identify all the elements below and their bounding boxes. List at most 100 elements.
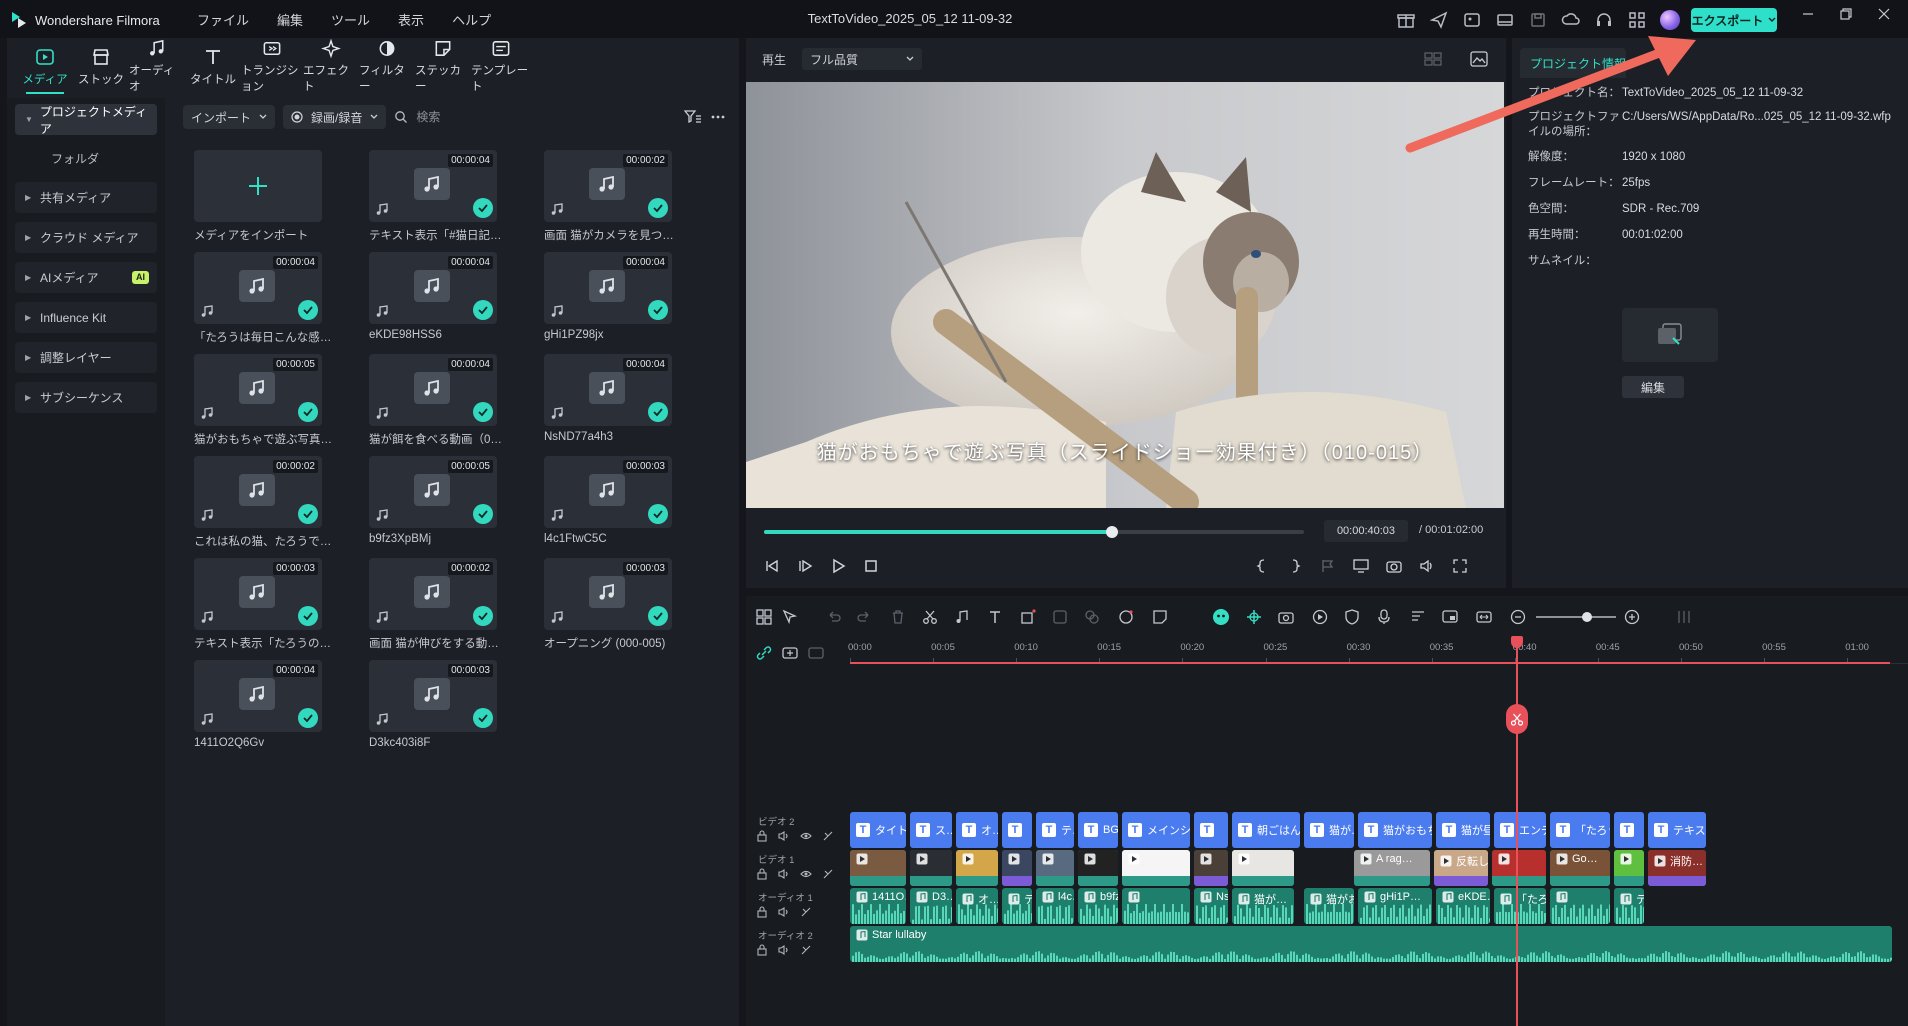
video-clip[interactable] bbox=[910, 850, 952, 886]
media-thumbnail[interactable]: 00:00:04 bbox=[369, 252, 497, 324]
ai-audio-icon[interactable] bbox=[822, 868, 834, 880]
shield-icon[interactable] bbox=[1344, 609, 1360, 625]
eye-icon[interactable] bbox=[800, 868, 812, 880]
media-thumbnail[interactable]: 00:00:04 bbox=[544, 354, 672, 426]
render-icon[interactable] bbox=[1312, 609, 1328, 625]
nav-adjustment-layer[interactable]: ▶ 調整レイヤー bbox=[15, 342, 157, 373]
color-icon[interactable] bbox=[1084, 609, 1100, 625]
link-icon[interactable] bbox=[756, 646, 772, 660]
microphone-icon[interactable] bbox=[1376, 609, 1392, 625]
split-button[interactable] bbox=[1506, 704, 1529, 734]
title-clip[interactable]: T テキス… bbox=[1648, 812, 1706, 848]
filter-sort-icon[interactable] bbox=[684, 109, 702, 125]
tab-filters[interactable]: フィルター bbox=[359, 38, 415, 94]
video-preview[interactable]: 猫がおもちゃで遊ぶ写真（スライドショー効果付き）（010-015） bbox=[746, 82, 1504, 508]
ai-audio-icon[interactable] bbox=[822, 830, 834, 842]
import-dropdown[interactable]: インポート bbox=[183, 105, 276, 129]
title-clip[interactable]: T テ… bbox=[1036, 812, 1074, 848]
fit-timeline-icon[interactable] bbox=[1476, 609, 1492, 625]
picture-in-picture-icon[interactable] bbox=[1442, 609, 1458, 625]
title-clip[interactable]: T 朝ごはん… bbox=[1232, 812, 1300, 848]
media-item[interactable]: 00:00:04 猫が餌を食べる動画（0… bbox=[369, 354, 502, 447]
video-clip[interactable] bbox=[1492, 850, 1546, 886]
title-clip[interactable]: T メインシー… bbox=[1122, 812, 1190, 848]
media-thumbnail[interactable]: 00:00:04 bbox=[544, 252, 672, 324]
import-media-tile[interactable]: メディアをインポート bbox=[194, 150, 322, 243]
sticker-tool-icon[interactable] bbox=[1152, 609, 1168, 625]
media-thumbnail[interactable]: 00:00:04 bbox=[369, 150, 497, 222]
audio-clip[interactable]: 「たろう… bbox=[1494, 888, 1546, 924]
voiceover-icon[interactable] bbox=[1410, 609, 1426, 625]
zoom-slider-handle[interactable] bbox=[1582, 612, 1592, 622]
media-thumbnail[interactable]: 00:00:04 bbox=[194, 252, 322, 324]
audio-clip-star-lullaby[interactable]: Star lullaby bbox=[850, 926, 1892, 962]
audio-clip[interactable] bbox=[1550, 888, 1610, 924]
video-clip[interactable] bbox=[1078, 850, 1118, 886]
media-item[interactable]: 00:00:03 テキスト表示「たろうの一… bbox=[194, 558, 334, 651]
zoom-slider-track[interactable] bbox=[1536, 616, 1616, 618]
lock-icon[interactable] bbox=[756, 830, 768, 842]
audio-clip[interactable]: b9fz3XpB… bbox=[1078, 888, 1118, 924]
green-screen-icon[interactable] bbox=[1052, 609, 1068, 625]
playback-progress-bar[interactable] bbox=[764, 526, 1304, 538]
nav-shared-media[interactable]: ▶ 共有メディア bbox=[15, 182, 157, 213]
gift-icon[interactable] bbox=[1396, 10, 1416, 30]
title-clip[interactable]: T 「たろう… bbox=[1550, 812, 1610, 848]
play-icon[interactable] bbox=[830, 558, 846, 574]
media-item[interactable]: 00:00:05 b9fz3XpBMj bbox=[369, 456, 497, 545]
fullscreen-icon[interactable] bbox=[1452, 558, 1468, 574]
media-item[interactable]: 00:00:05 猫がおもちゃで遊ぶ写真… bbox=[194, 354, 332, 447]
lock-icon[interactable] bbox=[756, 944, 768, 956]
work-area-bar[interactable] bbox=[850, 662, 1890, 664]
nav-influence-kit[interactable]: ▶ Influence Kit bbox=[15, 302, 157, 333]
redo-icon[interactable] bbox=[856, 609, 872, 625]
nav-ai-media[interactable]: ▶ AIメディア AI bbox=[15, 262, 157, 293]
audio-clip[interactable]: l4c… bbox=[1036, 888, 1074, 924]
minimize-icon[interactable] bbox=[1802, 8, 1814, 20]
apps-grid-icon[interactable] bbox=[1627, 10, 1647, 30]
audio-clip[interactable]: テ… bbox=[1002, 888, 1032, 924]
speaker-icon[interactable] bbox=[778, 868, 790, 880]
video-clip[interactable] bbox=[850, 850, 906, 886]
audio-clip[interactable]: NsND7… bbox=[1194, 888, 1228, 924]
edit-thumbnail-button[interactable]: 編集 bbox=[1622, 376, 1684, 398]
add-track-icon[interactable] bbox=[782, 646, 798, 660]
video-clip[interactable]: Go… bbox=[1550, 850, 1610, 886]
speaker-icon[interactable] bbox=[778, 906, 790, 918]
playhead[interactable] bbox=[1516, 638, 1519, 1026]
mark-in-icon[interactable] bbox=[1254, 558, 1270, 574]
media-item[interactable]: 00:00:04 テキスト表示「#猫日記… bbox=[369, 150, 502, 243]
step-forward-icon[interactable] bbox=[797, 558, 813, 574]
media-thumbnail[interactable]: 00:00:02 bbox=[544, 150, 672, 222]
zoom-out-icon[interactable] bbox=[1510, 609, 1526, 625]
video-clip[interactable]: A rag… bbox=[1354, 850, 1430, 886]
ai-assistant-icon[interactable] bbox=[1212, 608, 1230, 626]
tab-project-info[interactable]: プロジェクト情報 bbox=[1520, 48, 1626, 78]
title-clip[interactable]: T BG… bbox=[1078, 812, 1118, 848]
media-item[interactable]: 00:00:03 オープニング (000-005) bbox=[544, 558, 672, 651]
audio-clip[interactable]: 猫が… bbox=[1232, 888, 1294, 924]
text-tool-icon[interactable] bbox=[988, 609, 1004, 625]
ai-tool-icon[interactable] bbox=[1118, 609, 1134, 625]
video-clip[interactable] bbox=[956, 850, 998, 886]
snapshot-icon[interactable] bbox=[1386, 558, 1402, 574]
media-thumbnail[interactable]: 00:00:02 bbox=[194, 456, 322, 528]
media-thumbnail[interactable]: 00:00:04 bbox=[194, 660, 322, 732]
media-thumbnail[interactable]: 00:00:03 bbox=[369, 660, 497, 732]
mark-out-icon[interactable] bbox=[1287, 558, 1303, 574]
ai-audio-icon[interactable] bbox=[800, 944, 812, 956]
media-thumbnail[interactable]: 00:00:05 bbox=[194, 354, 322, 426]
tab-stickers[interactable]: ステッカー bbox=[415, 38, 471, 94]
layout-grid-icon[interactable] bbox=[756, 609, 772, 625]
select-pointer-icon[interactable] bbox=[782, 609, 798, 625]
media-thumbnail[interactable]: 00:00:03 bbox=[544, 558, 672, 630]
tab-stock[interactable]: ストック bbox=[73, 38, 129, 94]
undo-icon[interactable] bbox=[826, 609, 842, 625]
media-item[interactable]: 00:00:03 l4c1FtwC5C bbox=[544, 456, 672, 545]
display-icon[interactable] bbox=[1353, 558, 1369, 574]
media-item[interactable]: 00:00:04 1411O2Q6Gv bbox=[194, 660, 322, 749]
save-icon[interactable] bbox=[1528, 10, 1548, 30]
timeline-settings-icon[interactable] bbox=[1676, 609, 1692, 625]
media-thumbnail[interactable]: 00:00:03 bbox=[194, 558, 322, 630]
video-clip[interactable]: 反転し… bbox=[1434, 850, 1488, 886]
